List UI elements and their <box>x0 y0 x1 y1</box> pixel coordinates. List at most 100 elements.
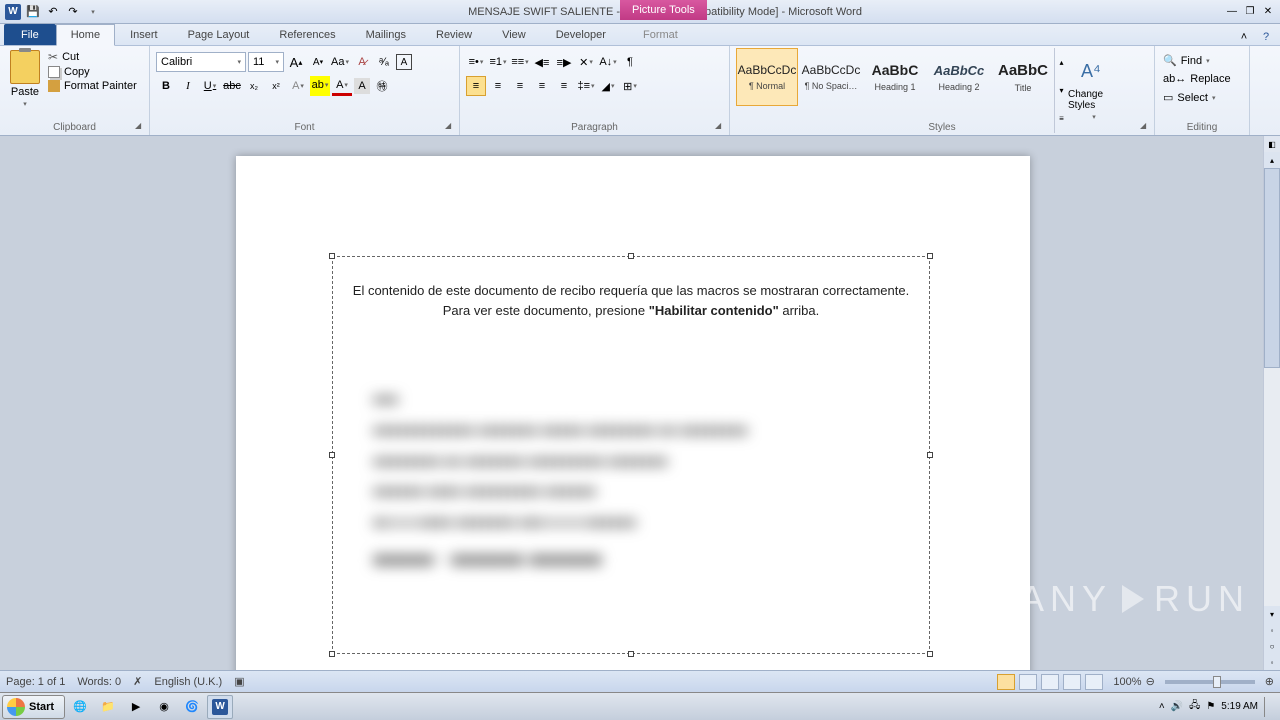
font-launcher[interactable]: ◢ <box>445 121 457 133</box>
minimize-button[interactable]: — <box>1224 5 1240 19</box>
taskbar-edge[interactable]: 🌀 <box>179 695 205 719</box>
align-right-button[interactable]: ≡ <box>510 76 530 96</box>
subscript-button[interactable]: x₂ <box>244 76 264 96</box>
close-button[interactable]: ✕ <box>1260 5 1276 19</box>
zoom-slider-thumb[interactable] <box>1213 676 1221 688</box>
taskbar-word[interactable]: W <box>207 695 233 719</box>
tray-volume-icon[interactable]: 🔊 <box>1171 701 1183 712</box>
justify-button[interactable]: ≡ <box>532 76 552 96</box>
next-page-button[interactable]: ◦ <box>1264 654 1280 670</box>
view-full-screen[interactable] <box>1019 674 1037 690</box>
numbering-button[interactable]: ≡1 <box>488 52 508 72</box>
font-name-select[interactable]: Calibri▾ <box>156 52 246 72</box>
scroll-up-button[interactable]: ▴ <box>1264 152 1280 168</box>
scroll-thumb[interactable] <box>1264 168 1280 368</box>
sort-button[interactable]: A↓ <box>598 52 618 72</box>
change-case-button[interactable]: Aa <box>330 52 350 72</box>
paragraph-launcher[interactable]: ◢ <box>715 121 727 133</box>
tab-format[interactable]: Format <box>628 24 693 45</box>
restore-button[interactable]: ❐ <box>1242 5 1258 19</box>
align-center-button[interactable]: ≡ <box>488 76 508 96</box>
tab-references[interactable]: References <box>264 24 350 45</box>
taskbar-explorer[interactable]: 📁 <box>95 695 121 719</box>
view-web-layout[interactable] <box>1041 674 1059 690</box>
view-outline[interactable] <box>1063 674 1081 690</box>
zoom-in-button[interactable]: ⊕ <box>1265 675 1274 688</box>
tab-file[interactable]: File <box>4 24 56 45</box>
tab-home[interactable]: Home <box>56 24 115 46</box>
change-styles-button[interactable]: A⁴ Change Styles ▾ <box>1068 48 1120 133</box>
tab-insert[interactable]: Insert <box>115 24 173 45</box>
scroll-down-button[interactable]: ▾ <box>1264 606 1280 622</box>
gallery-scroll-down[interactable]: ▾ <box>1055 76 1068 104</box>
ruler-toggle[interactable]: ◧ <box>1264 136 1280 152</box>
word-app-icon[interactable]: W <box>4 3 22 21</box>
character-shading-button[interactable]: A <box>354 78 370 94</box>
status-macro-icon[interactable]: ▣ <box>234 675 244 688</box>
format-painter-button[interactable]: Format Painter <box>48 80 137 92</box>
line-spacing-button[interactable]: ‡≡ <box>576 76 596 96</box>
styles-launcher[interactable]: ◢ <box>1140 121 1152 133</box>
font-size-select[interactable]: 11▾ <box>248 52 284 72</box>
distributed-button[interactable]: ≡ <box>554 76 574 96</box>
cut-button[interactable]: ✂Cut <box>48 50 137 64</box>
view-draft[interactable] <box>1085 674 1103 690</box>
resize-handle[interactable] <box>628 651 634 657</box>
superscript-button[interactable]: x² <box>266 76 286 96</box>
prev-page-button[interactable]: ◦ <box>1264 622 1280 638</box>
tray-clock[interactable]: 5:19 AM <box>1221 701 1258 712</box>
redo-button[interactable]: ↷ <box>64 3 82 21</box>
text-effects-button[interactable]: A <box>288 76 308 96</box>
document-page[interactable]: El contenido de este documento de recibo… <box>236 156 1030 670</box>
resize-handle[interactable] <box>329 253 335 259</box>
taskbar-chrome[interactable]: ◉ <box>151 695 177 719</box>
borders-button[interactable]: ⊞ <box>620 76 640 96</box>
grow-font-button[interactable]: A▴ <box>286 52 306 72</box>
select-button[interactable]: ▭Select▾ <box>1161 89 1243 106</box>
status-page[interactable]: Page: 1 of 1 <box>6 676 65 688</box>
browse-object-button[interactable]: ○ <box>1264 638 1280 654</box>
enclose-characters-button[interactable]: ㊕ <box>372 76 392 96</box>
bold-button[interactable]: B <box>156 76 176 96</box>
tab-developer[interactable]: Developer <box>541 24 621 45</box>
status-words[interactable]: Words: 0 <box>77 676 121 688</box>
zoom-slider[interactable] <box>1165 680 1255 684</box>
selected-picture[interactable]: El contenido de este documento de recibo… <box>332 256 930 654</box>
tab-view[interactable]: View <box>487 24 541 45</box>
status-proofing-icon[interactable]: ✗ <box>133 675 142 688</box>
highlight-button[interactable]: ab <box>310 76 330 96</box>
tray-expand-icon[interactable]: ˄ <box>1159 701 1165 712</box>
qat-customize[interactable]: ▾ <box>84 3 102 21</box>
strikethrough-button[interactable]: abc <box>222 76 242 96</box>
phonetic-guide-button[interactable]: ᵃ⁄ₐ <box>374 52 394 72</box>
style-no-spacing[interactable]: AaBbCcDc¶ No Spaci… <box>800 48 862 106</box>
tray-flag-icon[interactable]: ⚑ <box>1206 701 1215 712</box>
bullets-button[interactable]: ≡• <box>466 52 486 72</box>
show-desktop-button[interactable] <box>1264 697 1272 717</box>
paste-button[interactable]: Paste ▾ <box>6 48 44 133</box>
multilevel-button[interactable]: ≡≡ <box>510 52 530 72</box>
clear-formatting-button[interactable]: A̷ <box>352 52 372 72</box>
font-color-button[interactable]: A <box>332 76 352 96</box>
resize-handle[interactable] <box>628 253 634 259</box>
taskbar-media[interactable]: ▶ <box>123 695 149 719</box>
scroll-track[interactable] <box>1264 168 1280 606</box>
asian-layout-button[interactable]: ✕ <box>576 52 596 72</box>
style-normal[interactable]: AaBbCcDc¶ Normal <box>736 48 798 106</box>
italic-button[interactable]: I <box>178 76 198 96</box>
tab-review[interactable]: Review <box>421 24 487 45</box>
help-icon[interactable]: ? <box>1258 29 1274 45</box>
clipboard-launcher[interactable]: ◢ <box>135 121 147 133</box>
find-button[interactable]: 🔍Find▾ <box>1161 52 1243 69</box>
zoom-level[interactable]: 100% <box>1113 676 1141 688</box>
style-heading2[interactable]: AaBbCcHeading 2 <box>928 48 990 106</box>
shrink-font-button[interactable]: A▾ <box>308 52 328 72</box>
view-print-layout[interactable] <box>997 674 1015 690</box>
underline-button[interactable]: U <box>200 76 220 96</box>
align-left-button[interactable]: ≡ <box>466 76 486 96</box>
increase-indent-button[interactable]: ≡▶ <box>554 52 574 72</box>
save-button[interactable]: 💾 <box>24 3 42 21</box>
status-language[interactable]: English (U.K.) <box>154 676 222 688</box>
style-heading1[interactable]: AaBbCHeading 1 <box>864 48 926 106</box>
resize-handle[interactable] <box>927 253 933 259</box>
